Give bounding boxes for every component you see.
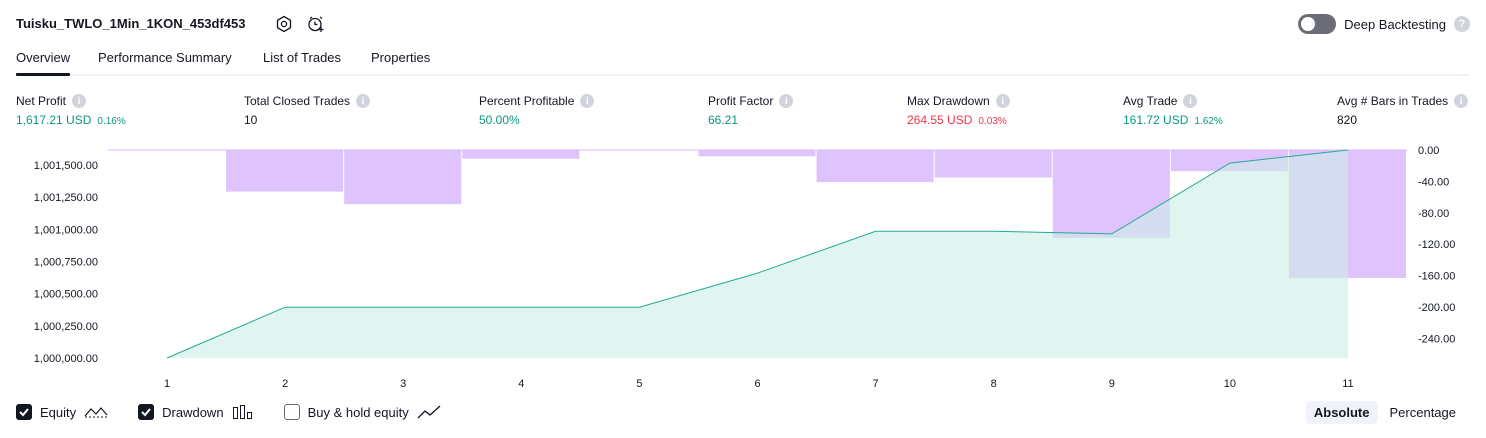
metric-label: Percent Profitable: [479, 94, 575, 108]
x-axis-tick: 8: [991, 378, 997, 390]
drawdown-bars-icon: [232, 405, 252, 419]
metric-value: 820: [1337, 113, 1358, 127]
metric-label: Total Closed Trades: [244, 94, 351, 108]
left-axis-tick: 1,000,000.00: [34, 353, 98, 365]
x-axis-tick: 11: [1342, 378, 1353, 390]
legend-equity[interactable]: Equity: [16, 404, 108, 420]
legend-drawdown[interactable]: Drawdown: [138, 404, 253, 420]
metric-value: 66.21: [708, 113, 739, 127]
metric-percent: 0.16%: [97, 116, 126, 127]
info-icon[interactable]: i: [779, 94, 794, 108]
add-alert-icon[interactable]: [306, 14, 326, 34]
chart-legend: Equity Drawdown Buy & hold equity: [16, 404, 471, 420]
right-axis-tick: -40.00: [1418, 176, 1449, 188]
metric-value: 161.72 USD: [1123, 113, 1189, 127]
x-axis-tick: 6: [754, 378, 760, 390]
info-icon[interactable]: i: [356, 94, 371, 108]
metric-label: Profit Factor: [708, 94, 774, 108]
right-axis-tick: -80.00: [1418, 208, 1449, 220]
metric-net-profit: Net Profit i 1,617.21 USD 0.16%: [16, 94, 126, 127]
drawdown-bar: [698, 150, 816, 157]
left-axis-tick: 1,001,500.00: [34, 160, 98, 172]
tab-properties[interactable]: Properties: [371, 50, 430, 65]
x-axis-tick: 10: [1224, 378, 1236, 390]
drawdown-bar: [462, 150, 580, 159]
left-axis-tick: 1,001,250.00: [34, 192, 98, 204]
drawdown-checkbox[interactable]: [138, 404, 155, 420]
x-axis-tick: 3: [400, 378, 406, 390]
legend-label: Equity: [40, 404, 77, 420]
settings-icon[interactable]: [274, 14, 294, 34]
info-icon[interactable]: i: [1454, 94, 1469, 108]
buy-hold-checkbox[interactable]: [283, 404, 300, 420]
drawdown-bar: [934, 150, 1052, 178]
x-axis-tick: 5: [636, 378, 642, 390]
right-axis-tick: -160.00: [1418, 271, 1455, 283]
display-mode-switcher: Absolute Percentage: [1305, 401, 1465, 424]
right-axis-tick: -120.00: [1418, 239, 1455, 251]
deep-backtesting: Deep Backtesting ?: [1298, 14, 1470, 34]
x-axis: 1 2 3 4 5 6 7 8 9 10 11: [164, 378, 1354, 390]
drawdown-bar: [344, 150, 462, 205]
metric-total-closed-trades: Total Closed Trades i 10: [244, 94, 371, 127]
left-axis: 1,001,500.00 1,001,250.00 1,001,000.00 1,00…: [34, 160, 98, 365]
metric-max-drawdown: Max Drawdown i 264.55 USD 0.03%: [907, 94, 1010, 127]
help-icon[interactable]: ?: [1454, 16, 1470, 32]
metric-label: Max Drawdown: [907, 94, 990, 108]
metric-value: 50.00%: [479, 113, 520, 127]
right-axis-tick: -240.00: [1418, 333, 1455, 345]
right-axis: 0.00 -40.00 -80.00 -120.00 -160.00 -200.00 -24…: [1418, 145, 1455, 345]
metric-label: Avg # Bars in Trades: [1337, 94, 1449, 108]
drawdown-bar: [226, 150, 344, 192]
deep-backtesting-label: Deep Backtesting: [1344, 16, 1446, 32]
report-tabs: Overview Performance Summary List of Tra…: [16, 44, 1470, 76]
metric-value: 1,617.21 USD: [16, 113, 92, 127]
toggle-knob: [1301, 17, 1316, 31]
right-axis-tick: -200.00: [1418, 302, 1455, 314]
metric-value: 264.55 USD: [907, 113, 973, 127]
x-axis-tick: 4: [518, 378, 524, 390]
buy-hold-line-icon: [417, 405, 441, 419]
left-axis-tick: 1,001,000.00: [34, 224, 98, 236]
legend-label: Drawdown: [162, 404, 224, 420]
info-icon[interactable]: i: [72, 94, 87, 108]
metric-percent: 1.62%: [1194, 116, 1223, 127]
tab-list-of-trades[interactable]: List of Trades: [263, 50, 341, 65]
left-axis-tick: 1,000,750.00: [34, 257, 98, 269]
metric-label: Avg Trade: [1123, 94, 1178, 108]
metric-avg-bars-in-trades: Avg # Bars in Trades i 820: [1337, 94, 1469, 127]
x-axis-tick: 2: [282, 378, 288, 390]
percentage-button[interactable]: Percentage: [1382, 401, 1465, 424]
legend-label: Buy & hold equity: [307, 404, 409, 420]
equity-drawdown-chart: 1,001,500.00 1,001,250.00 1,001,000.00 1,00…: [34, 145, 1456, 390]
equity-checkbox[interactable]: [16, 404, 32, 420]
info-icon[interactable]: i: [580, 94, 595, 108]
right-axis-tick: 0.00: [1418, 145, 1439, 157]
strategy-name: Tuisku_TWLO_1Min_1KON_453df453: [16, 16, 246, 31]
info-icon[interactable]: i: [1183, 94, 1198, 108]
metric-percent-profitable: Percent Profitable i 50.00%: [479, 94, 595, 127]
tab-performance-summary[interactable]: Performance Summary: [98, 50, 232, 65]
absolute-button[interactable]: Absolute: [1305, 401, 1378, 424]
metric-profit-factor: Profit Factor i 66.21: [708, 94, 794, 127]
deep-backtesting-toggle[interactable]: [1298, 14, 1337, 34]
drawdown-bar: [816, 150, 934, 183]
left-axis-tick: 1,000,250.00: [34, 321, 98, 333]
legend-buy-hold-equity[interactable]: Buy & hold equity: [283, 404, 441, 420]
equity-line-icon: [84, 407, 108, 418]
x-axis-tick: 7: [873, 378, 879, 390]
metric-label: Net Profit: [16, 94, 67, 108]
x-axis-tick: 9: [1109, 378, 1115, 390]
metric-value: 10: [244, 113, 258, 127]
report-header: Tuisku_TWLO_1Min_1KON_453df453 Deep Back…: [16, 12, 1470, 36]
x-axis-tick: 1: [164, 378, 170, 390]
tab-overview[interactable]: Overview: [16, 50, 71, 76]
info-icon[interactable]: i: [995, 94, 1010, 108]
metric-percent: 0.03%: [978, 116, 1007, 127]
left-axis-tick: 1,000,500.00: [34, 289, 98, 301]
metric-avg-trade: Avg Trade i 161.72 USD 1.62%: [1123, 94, 1223, 127]
